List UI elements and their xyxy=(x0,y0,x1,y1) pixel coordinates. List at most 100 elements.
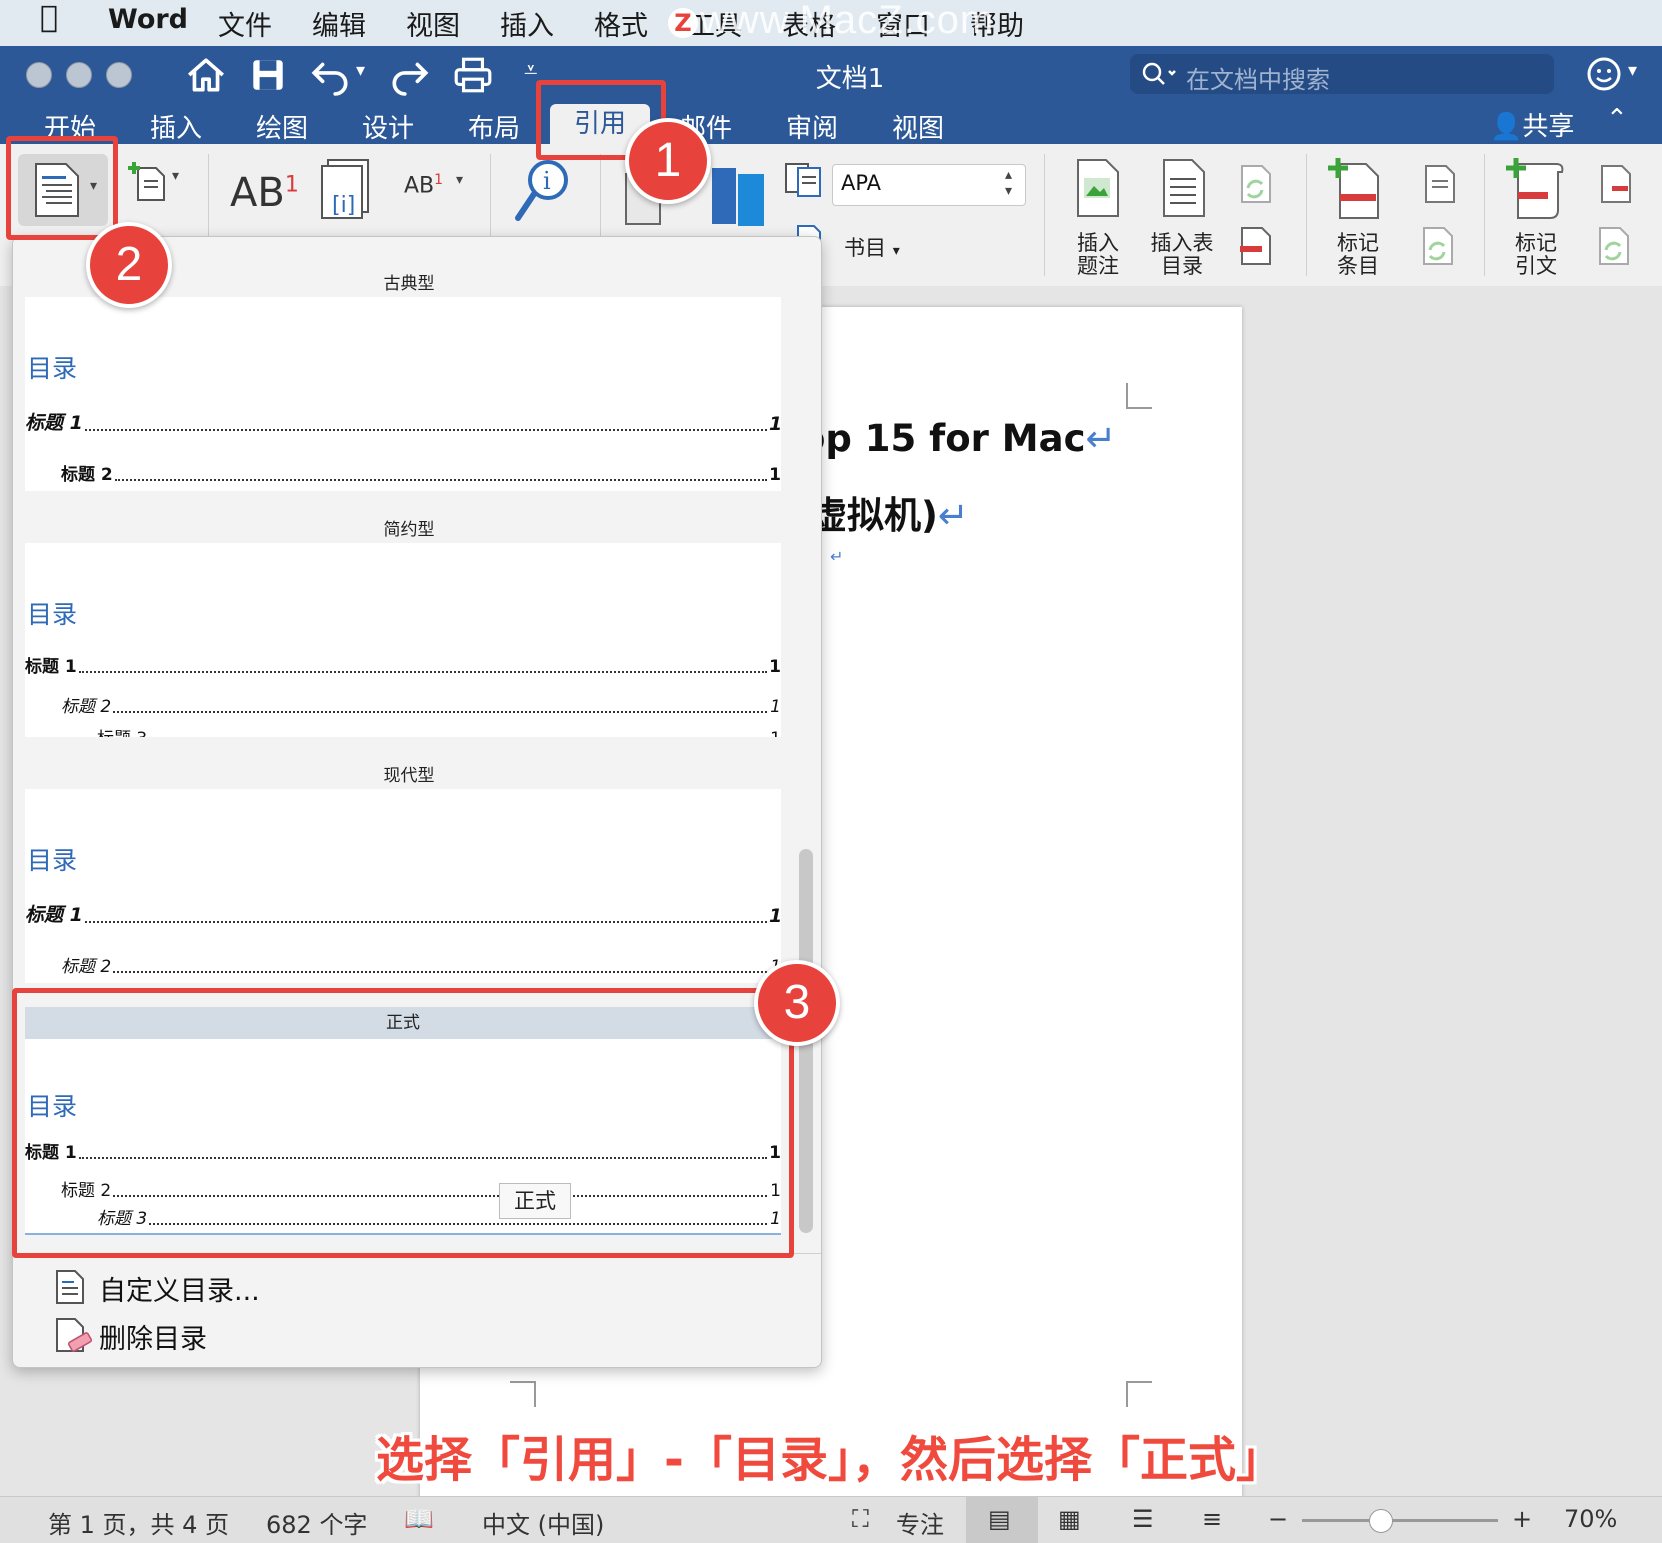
watermark: www.MacZ.com xyxy=(700,0,995,42)
zoom-in-button[interactable]: + xyxy=(1512,1505,1532,1533)
tab-draw[interactable]: 绘图 xyxy=(256,108,308,145)
citation-style-value: APA xyxy=(841,171,882,195)
step-badge-2: 2 xyxy=(86,222,172,308)
add-text-icon[interactable] xyxy=(128,160,168,204)
toc-preview-simple[interactable]: 目录 标题 11 标题 21 标题 31 xyxy=(25,543,781,737)
cross-reference-icon[interactable] xyxy=(1236,226,1274,266)
ribbon-divider xyxy=(1306,154,1307,276)
document-title: 文档1 xyxy=(815,64,885,94)
next-footnote-dropdown-icon[interactable]: ▾ xyxy=(456,172,463,188)
citation-style-select[interactable]: APA ▴ ▾ xyxy=(832,164,1026,206)
print-layout-icon: ▤ xyxy=(988,1505,1011,1533)
undo-icon[interactable] xyxy=(310,54,352,96)
word-count[interactable]: 682 个字 xyxy=(266,1505,367,1540)
tab-review[interactable]: 审阅 xyxy=(786,108,838,145)
update-table-of-authorities-icon[interactable] xyxy=(1594,226,1632,266)
insert-index-icon[interactable] xyxy=(1420,164,1458,204)
margin-corner-mark xyxy=(1126,1381,1152,1407)
insert-table-of-authorities-icon[interactable] xyxy=(1596,164,1634,204)
highlight-formal-style xyxy=(12,988,794,1258)
share-button[interactable]: 👤共享 xyxy=(1490,106,1574,143)
paragraph-mark-icon: ↵ xyxy=(830,547,844,566)
manage-sources-icon[interactable] xyxy=(784,162,824,198)
paragraph-mark-icon: ↵ xyxy=(937,494,969,537)
tab-view[interactable]: 视图 xyxy=(892,108,944,145)
update-index-icon[interactable] xyxy=(1418,226,1456,266)
page-count[interactable]: 第 1 页，共 4 页 xyxy=(48,1505,229,1540)
web-layout-icon[interactable]: ▦ xyxy=(1058,1505,1081,1533)
insert-table-of-figures-icon[interactable] xyxy=(1160,158,1208,218)
customize-toolbar-icon[interactable]: ⩡ xyxy=(524,56,538,84)
undo-dropdown-icon[interactable]: ▾ xyxy=(356,60,365,81)
mark-entry-label: 标记 条目 xyxy=(1337,231,1379,278)
search-field[interactable]: 在文档中搜索 xyxy=(1130,54,1554,94)
insert-footnote-button[interactable]: AB1 xyxy=(230,170,299,216)
document-heading-line1: op 15 for Mac↵ xyxy=(800,417,1117,460)
menu-file[interactable]: 文件 xyxy=(218,4,272,43)
focus-mode-icon[interactable]: ⛶ xyxy=(852,1505,869,1533)
tab-design[interactable]: 设计 xyxy=(362,108,414,145)
stepper-arrows-icon: ▴ ▾ xyxy=(1005,167,1013,199)
print-layout-view-button[interactable]: ▤ xyxy=(966,1497,1038,1543)
zoom-window-button[interactable] xyxy=(106,62,132,88)
print-icon[interactable] xyxy=(452,54,494,96)
citations-books-icon[interactable] xyxy=(708,164,770,230)
minimize-window-button[interactable] xyxy=(66,62,92,88)
ribbon-divider xyxy=(1044,154,1045,276)
toc-style-label-simple: 简约型 xyxy=(383,520,435,540)
menu-app-name[interactable]: Word xyxy=(108,4,188,35)
add-text-dropdown-icon[interactable]: ▾ xyxy=(172,168,179,184)
proofing-icon[interactable]: 📖 xyxy=(404,1505,434,1533)
menu-edit[interactable]: 编辑 xyxy=(312,4,366,43)
smart-lookup-icon[interactable]: i xyxy=(512,156,576,226)
next-footnote-button[interactable]: AB1 xyxy=(404,172,443,198)
remove-toc-menu-item[interactable]: 删除目录 xyxy=(13,1313,821,1359)
redo-icon[interactable] xyxy=(388,54,430,96)
toc-preview-heading: 目录 xyxy=(27,846,78,875)
macz-logo-icon: Z xyxy=(668,8,698,38)
ribbon-divider xyxy=(1484,154,1485,276)
toc-style-label-modern: 现代型 xyxy=(383,766,435,786)
bibliography-button[interactable]: 书目 ▾ xyxy=(844,232,900,262)
toc-preview-modern[interactable]: 目录 标题 11 标题 21 xyxy=(25,789,781,983)
custom-toc-icon xyxy=(56,1270,84,1304)
mark-citation-icon[interactable] xyxy=(1504,156,1568,220)
ribbon-tabs: 开始 插入 绘图 设计 布局 引用 邮件 审阅 视图 👤共享 ⌃ xyxy=(0,104,1662,144)
focus-mode-label[interactable]: 专注 xyxy=(896,1505,944,1540)
update-table-icon[interactable] xyxy=(1236,164,1274,204)
zoom-slider-knob[interactable] xyxy=(1369,1509,1394,1533)
toc-preview-row: 标题 21 xyxy=(61,697,781,717)
save-icon[interactable] xyxy=(247,54,289,96)
toc-preview-row: 标题 21 xyxy=(61,465,781,485)
window-titlebar: ▾ ⩡ 文档1 在文档中搜索 ▾ xyxy=(0,46,1662,104)
remove-toc-label: 删除目录 xyxy=(99,1324,207,1355)
close-window-button[interactable] xyxy=(26,62,52,88)
collapse-ribbon-icon[interactable]: ⌃ xyxy=(1606,104,1628,134)
home-icon[interactable] xyxy=(185,54,227,96)
insert-table-of-figures-label: 插入表 目录 xyxy=(1150,231,1214,278)
zoom-slider[interactable] xyxy=(1302,1509,1498,1533)
language-indicator[interactable]: 中文 (中国) xyxy=(482,1505,604,1540)
menu-view[interactable]: 视图 xyxy=(406,4,460,43)
apple-icon[interactable]:  xyxy=(40,0,58,35)
remove-toc-icon xyxy=(56,1318,93,1352)
feedback-dropdown-icon[interactable]: ▾ xyxy=(1628,60,1637,81)
menu-insert[interactable]: 插入 xyxy=(500,4,554,43)
custom-toc-menu-item[interactable]: 自定义目录... xyxy=(13,1265,821,1311)
outline-view-icon[interactable]: ☰ xyxy=(1132,1505,1154,1533)
insert-caption-icon[interactable] xyxy=(1074,158,1122,218)
insert-endnote-icon[interactable]: [i] xyxy=(318,158,378,222)
tab-insert[interactable]: 插入 xyxy=(150,108,202,145)
smiley-feedback-icon[interactable] xyxy=(1586,54,1626,94)
draft-view-icon[interactable]: ≡ xyxy=(1202,1505,1222,1533)
custom-toc-label: 自定义目录... xyxy=(99,1276,260,1307)
instruction-caption: 选择「引用」-「目录」，然后选择「正式」 xyxy=(376,1432,1284,1488)
zoom-level[interactable]: 70% xyxy=(1564,1505,1617,1533)
svg-text:i: i xyxy=(543,167,551,195)
menu-format[interactable]: 格式 xyxy=(594,4,648,43)
toc-preview-classic[interactable]: 目录 标题 11 标题 21 xyxy=(25,297,781,491)
tab-layout[interactable]: 布局 xyxy=(468,108,520,145)
share-label: 共享 xyxy=(1522,112,1575,142)
mark-entry-icon[interactable] xyxy=(1326,156,1386,220)
zoom-out-button[interactable]: − xyxy=(1268,1505,1288,1533)
